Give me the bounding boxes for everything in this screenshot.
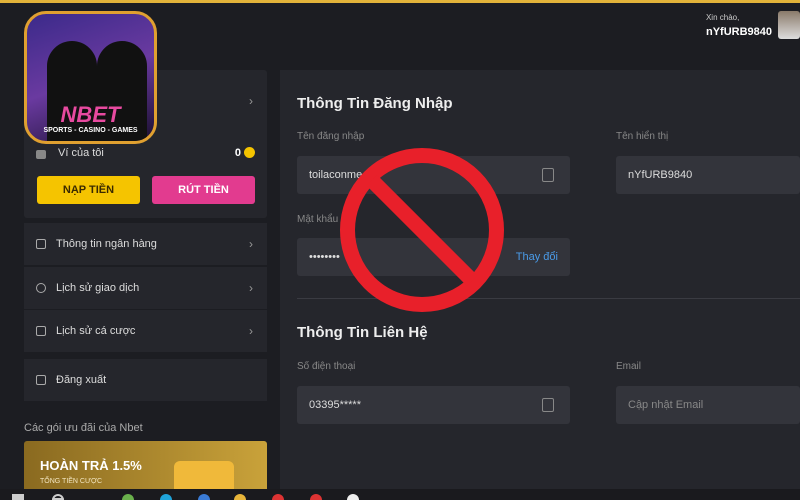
receipt-icon	[36, 326, 46, 336]
folder-icon[interactable]	[234, 494, 246, 500]
withdraw-button[interactable]: RÚT TIỀN	[152, 176, 255, 204]
sidebar-item-label: Thông tin ngân hàng	[56, 238, 157, 250]
history-icon	[36, 283, 46, 293]
chevron-right-icon: ›	[249, 324, 253, 338]
username: nYfURB9840	[705, 26, 772, 38]
windows-start-icon[interactable]	[12, 494, 24, 500]
username-value: toilaconme	[309, 169, 363, 181]
chevron-right-icon: ›	[249, 237, 253, 251]
phone-field: 03395*****	[297, 386, 570, 424]
trophy-icon	[174, 461, 234, 491]
taskbar	[0, 489, 800, 500]
coin-icon	[244, 147, 255, 158]
phone-value: 03395*****	[309, 399, 361, 411]
user-greeting: Xin chào, nYfURB9840	[706, 13, 772, 38]
email-field[interactable]: Cập nhật Email	[616, 386, 800, 424]
promo-banner[interactable]: HOÀN TRẢ 1.5% TỔNG TIỀN CƯỢC	[24, 441, 267, 491]
username-label: Tên đăng nhập	[297, 131, 365, 142]
store-icon[interactable]	[198, 494, 210, 500]
wallet-icon	[36, 150, 46, 159]
app-icon[interactable]	[347, 494, 359, 500]
sidebar-item-label: Lịch sử giao dịch	[56, 282, 140, 294]
sidebar-item-logout[interactable]: Đăng xuất	[24, 359, 267, 401]
sidebar-item-transaction-history[interactable]: Lịch sử giao dịch ›	[24, 267, 267, 309]
login-info-title: Thông Tin Đăng Nhập	[297, 95, 453, 112]
email-placeholder: Cập nhật Email	[628, 399, 704, 411]
promo-subtitle: TỔNG TIỀN CƯỢC	[40, 478, 103, 485]
logo-tagline: SPORTS - CASINO - GAMES	[43, 127, 138, 134]
change-password-link[interactable]: Thay đổi	[516, 251, 558, 263]
app-icon[interactable]	[122, 494, 134, 500]
logo-brand: NBET	[60, 102, 121, 127]
chevron-right-icon[interactable]: ›	[249, 94, 253, 108]
email-label: Email	[616, 361, 642, 372]
logout-icon	[36, 375, 46, 385]
contact-info-title: Thông Tin Liên Hệ	[297, 324, 428, 341]
sidebar-item-label: Đăng xuất	[56, 374, 107, 386]
sidebar-item-label: Lịch sử cá cược	[56, 325, 136, 337]
edge-icon[interactable]	[160, 494, 172, 500]
wallet-label: Ví của tôi	[58, 147, 104, 159]
promo-heading: Các gói ưu đãi của Nbet	[24, 422, 143, 434]
password-value: ••••••••	[309, 251, 340, 263]
wallet-balance: 0	[234, 147, 241, 159]
chevron-right-icon: ›	[249, 281, 253, 295]
search-icon[interactable]	[52, 494, 64, 500]
chrome-icon[interactable]	[272, 494, 284, 500]
password-label: Mật khẩu	[297, 214, 339, 225]
lock-icon	[542, 168, 554, 182]
bank-icon	[36, 239, 46, 249]
nbet-logo: NBET SPORTS - CASINO - GAMES	[24, 11, 157, 144]
divider	[297, 298, 800, 299]
display-name-field[interactable]: nYfURB9840	[616, 156, 800, 194]
promo-title: HOÀN TRẢ 1.5%	[40, 458, 142, 473]
phone-label: Số điện thoại	[297, 361, 356, 372]
prohibited-icon	[340, 148, 504, 312]
app-icon[interactable]	[310, 494, 322, 500]
deposit-button[interactable]: NẠP TIỀN	[37, 176, 140, 204]
lock-icon	[542, 398, 554, 412]
sidebar-item-bet-history[interactable]: Lịch sử cá cược ›	[24, 310, 267, 352]
display-name-label: Tên hiển thị	[616, 131, 669, 142]
avatar[interactable]	[778, 11, 800, 39]
display-name-value: nYfURB9840	[628, 169, 693, 181]
sidebar-item-bank-info[interactable]: Thông tin ngân hàng ›	[24, 223, 267, 265]
greeting-text: Xin chào,	[705, 13, 740, 22]
